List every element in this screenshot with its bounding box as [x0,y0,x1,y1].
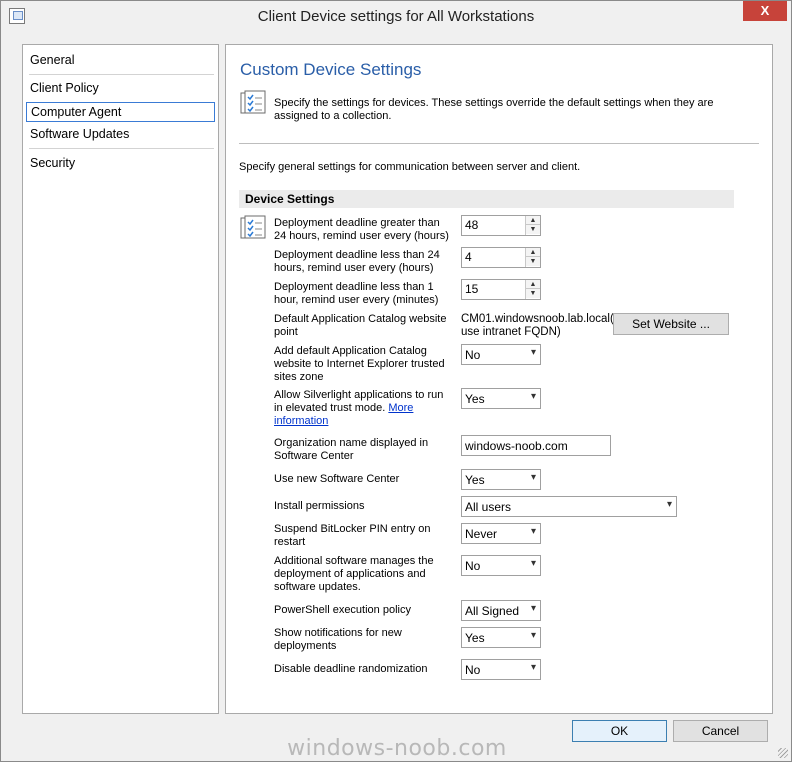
install-permissions-select[interactable]: All users ▾ [461,496,677,517]
chevron-up-icon[interactable]: ▲ [526,248,540,257]
set-website-button[interactable]: Set Website ... [613,313,729,335]
select-value: All Signed [465,604,520,618]
window-title: Client Device settings for All Workstati… [257,8,535,25]
powershell-label: PowerShell execution policy [274,604,411,616]
nav-divider [29,148,214,149]
divider [239,143,759,144]
settings-document-icon [240,215,266,239]
randomization-select[interactable]: No ▾ [461,659,541,680]
stepper-value: 48 [465,218,479,232]
stepper-value: 15 [465,282,479,296]
general-description: Specify general settings for communicati… [239,161,581,173]
section-header: Device Settings [239,190,734,208]
deadline-lt1-label: Deployment deadline less than 1 hour, re… [274,281,439,306]
select-value: All users [465,500,512,514]
chevron-up-icon[interactable]: ▲ [526,280,540,289]
select-value: Never [465,527,498,541]
close-button[interactable]: X [743,1,787,21]
intro-text: Specify the settings for devices. These … [274,97,714,122]
watermark: windows-noob.com [287,736,507,761]
chevron-down-icon: ▾ [666,499,672,510]
silverlight-label: Allow Silverlight applications to run in… [274,389,454,428]
app-catalog-value: CM01.windowsnoob.lab.local( use intranet… [461,313,614,338]
bitlocker-label: Suspend BitLocker PIN entry on restart [274,523,431,548]
dialog-window: Client Device settings for All Workstati… [0,0,792,762]
nav-divider [29,74,214,75]
ie-trusted-label: Add default Application Catalog website … [274,345,445,383]
install-permissions-label: Install permissions [274,500,365,512]
select-value: No [465,348,481,362]
notifications-select[interactable]: Yes ▾ [461,627,541,648]
powershell-select[interactable]: All Signed ▾ [461,600,541,621]
chevron-down-icon[interactable]: ▼ [526,257,540,266]
nav-item-computer-agent[interactable]: Computer Agent [26,102,215,122]
title-bar: Client Device settings for All Workstati… [1,1,791,32]
chevron-down-icon: ▾ [530,603,536,614]
chevron-down-icon: ▾ [530,558,536,569]
chevron-down-icon: ▾ [530,662,536,673]
chevron-down-icon: ▾ [530,630,536,641]
chevron-up-icon[interactable]: ▲ [526,216,540,225]
deadline-lt1-stepper[interactable]: 15 ▲ ▼ [461,279,541,300]
deadline-gt24-label: Deployment deadline greater than 24 hour… [274,217,449,242]
settings-pane: Custom Device Settings Specify the setti… [225,44,773,714]
notifications-label: Show notifications for new deployments [274,627,402,652]
silverlight-select[interactable]: Yes ▾ [461,388,541,409]
org-name-label: Organization name displayed in Software … [274,437,429,462]
additional-sw-select[interactable]: No ▾ [461,555,541,576]
stepper-value: 4 [465,250,472,264]
select-value: Yes [465,392,485,406]
deadline-gt24-stepper[interactable]: 48 ▲ ▼ [461,215,541,236]
stepper-arrows: ▲ ▼ [525,280,540,299]
app-catalog-label: Default Application Catalog website poin… [274,313,447,338]
nav-item-general[interactable]: General [26,51,215,71]
new-sc-select[interactable]: Yes ▾ [461,469,541,490]
randomization-label: Disable deadline randomization [274,663,428,675]
silverlight-label-text: Allow Silverlight applications to run in… [274,389,444,414]
chevron-down-icon: ▾ [530,347,536,358]
settings-document-icon [240,90,266,114]
page-title: Custom Device Settings [240,60,422,79]
nav-pane: General Client Policy Computer Agent Sof… [22,44,219,714]
resize-grip[interactable] [778,748,788,758]
select-value: No [465,559,481,573]
ie-trusted-select[interactable]: No ▾ [461,344,541,365]
select-value: No [465,663,481,677]
stepper-arrows: ▲ ▼ [525,248,540,267]
nav-item-software-updates[interactable]: Software Updates [26,125,215,145]
select-value: Yes [465,473,485,487]
new-sc-label: Use new Software Center [274,473,400,485]
nav-item-client-policy[interactable]: Client Policy [26,79,215,99]
bitlocker-select[interactable]: Never ▾ [461,523,541,544]
select-value: Yes [465,631,485,645]
chevron-down-icon: ▾ [530,526,536,537]
chevron-down-icon: ▾ [530,472,536,483]
stepper-arrows: ▲ ▼ [525,216,540,235]
deadline-lt24-label: Deployment deadline less than 24 hours, … [274,249,440,274]
nav-item-security[interactable]: Security [26,154,215,174]
chevron-down-icon[interactable]: ▼ [526,225,540,234]
deadline-lt24-stepper[interactable]: 4 ▲ ▼ [461,247,541,268]
chevron-down-icon: ▾ [530,391,536,402]
additional-sw-label: Additional software manages the deployme… [274,555,434,593]
org-name-input[interactable] [461,435,611,456]
chevron-down-icon[interactable]: ▼ [526,289,540,298]
